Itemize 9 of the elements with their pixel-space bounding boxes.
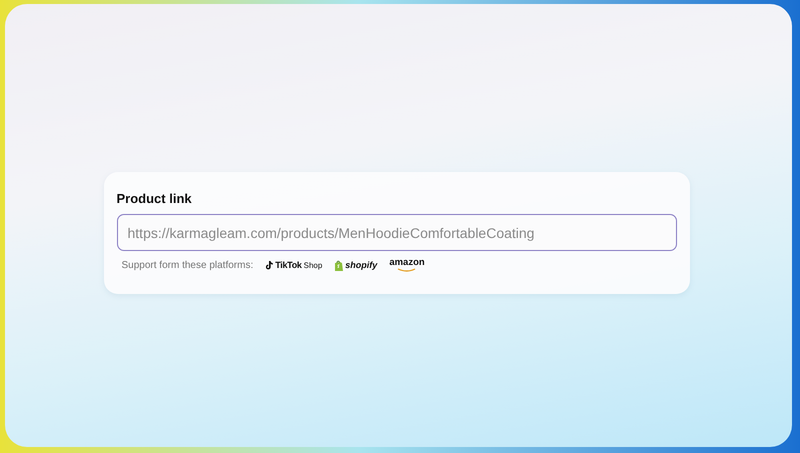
platform-suffix: Shop	[304, 260, 322, 270]
platform-name: shopify	[345, 260, 378, 270]
field-label: Product link	[116, 191, 192, 206]
link-input-field[interactable]: https://karmagleam.com/products/MenHoodieComfortableCoating	[116, 214, 676, 251]
platforms-note: Support form these platforms:	[122, 260, 254, 270]
platform-name: TikTok	[275, 260, 302, 270]
shopping-bag-icon	[334, 260, 344, 270]
platform-name: amazon	[389, 258, 425, 268]
music-note-icon	[266, 260, 274, 270]
